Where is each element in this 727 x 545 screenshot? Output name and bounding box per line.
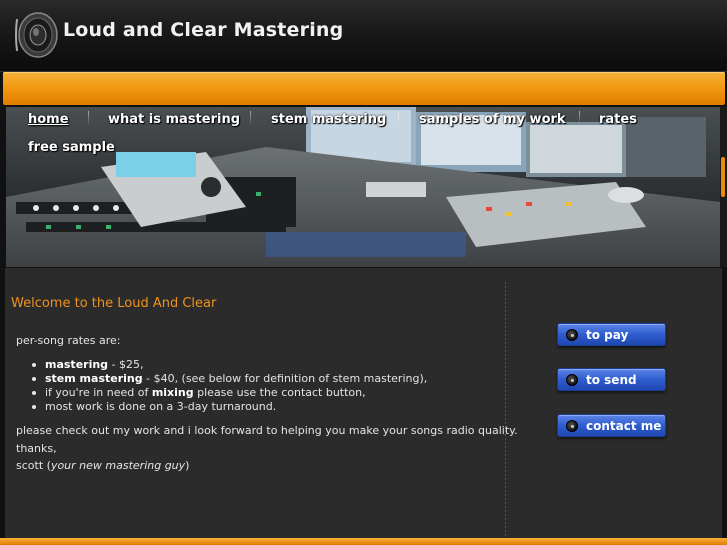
nav-home[interactable]: home bbox=[28, 112, 69, 127]
nav-free-sample[interactable]: free sample bbox=[28, 140, 115, 155]
list-item: most work is done on a 3-day turnaround. bbox=[30, 400, 427, 414]
site-header: Loud and Clear Mastering bbox=[0, 0, 727, 72]
list-item: mastering - $25, bbox=[30, 358, 427, 372]
nav-what-is-mastering[interactable]: what is mastering bbox=[108, 112, 240, 127]
to-send-button[interactable]: to send bbox=[557, 368, 666, 391]
speaker-dot-icon bbox=[566, 374, 578, 386]
speaker-logo-icon bbox=[15, 12, 58, 58]
closing-text: please check out my work and i look forw… bbox=[16, 424, 518, 437]
nav-separator bbox=[250, 111, 251, 125]
nav-samples-of-my-work[interactable]: samples of my work bbox=[419, 112, 566, 127]
rates-list: mastering - $25, stem mastering - $40, (… bbox=[30, 358, 427, 414]
studio-console-image bbox=[6, 107, 720, 267]
nav-rates[interactable]: rates bbox=[599, 112, 637, 127]
thanks-text: thanks, bbox=[16, 442, 57, 455]
rates-intro: per-song rates are: bbox=[16, 334, 121, 347]
nav-separator bbox=[579, 111, 580, 125]
list-item: stem mastering - $40, (see below for def… bbox=[30, 372, 427, 386]
banner-edge bbox=[720, 107, 727, 267]
nav-separator bbox=[398, 111, 399, 125]
nav-stem-mastering[interactable]: stem mastering bbox=[271, 112, 386, 127]
site-title: Loud and Clear Mastering bbox=[63, 19, 344, 41]
list-item: if you're in need of mixing please use t… bbox=[30, 386, 427, 400]
contact-me-button[interactable]: contact me bbox=[557, 414, 666, 437]
welcome-heading: Welcome to the Loud And Clear bbox=[11, 296, 217, 311]
speaker-dot-icon bbox=[566, 420, 578, 432]
to-pay-button[interactable]: to pay bbox=[557, 323, 666, 346]
speaker-dot-icon bbox=[566, 329, 578, 341]
studio-banner: home what is mastering stem mastering sa… bbox=[6, 107, 720, 267]
signature: scott (your new mastering guy) bbox=[16, 459, 190, 472]
orange-accent-bar bbox=[3, 72, 725, 105]
column-divider bbox=[505, 282, 506, 536]
bottom-accent-bar bbox=[0, 538, 727, 545]
nav-separator bbox=[88, 111, 89, 125]
